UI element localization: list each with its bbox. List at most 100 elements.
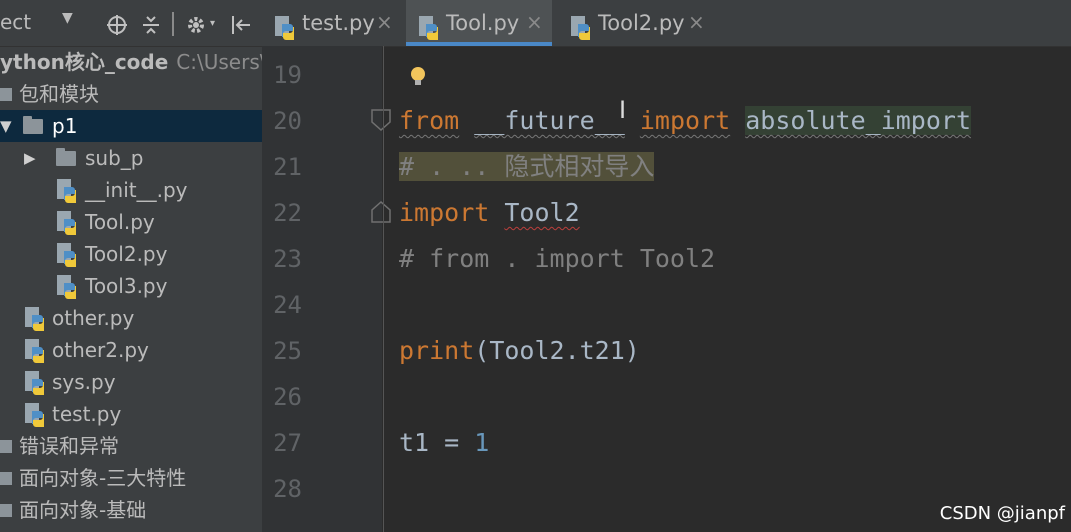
line-number: 22 <box>273 199 302 227</box>
tree-item-oop-three-features[interactable]: 面向对象-三大特性 <box>0 462 262 494</box>
chevron-right-icon[interactable]: ▶ <box>24 142 36 174</box>
module-name: __future__ <box>474 106 625 135</box>
project-toolbar: ect ▼ ▾ <box>0 0 262 47</box>
keyword-from: from <box>399 106 460 135</box>
tree-item-other-py[interactable]: other.py <box>0 302 262 334</box>
tree-item-test-py[interactable]: test.py <box>0 398 262 430</box>
tree-item-label: other.py <box>52 306 135 330</box>
code-line-23[interactable]: # from . import Tool2 <box>399 236 715 282</box>
tree-item-label: Tool2.py <box>85 242 168 266</box>
tree-item-errors-exceptions[interactable]: 错误和异常 <box>0 430 262 462</box>
line-number: 26 <box>273 383 302 411</box>
module-folder-icon <box>0 88 12 101</box>
keyword-import: import <box>639 106 731 135</box>
watermark: CSDN @jianpf <box>939 503 1065 524</box>
close-icon[interactable]: × <box>688 0 705 51</box>
tab-test-py[interactable]: test.py × <box>262 0 404 46</box>
close-icon[interactable]: × <box>376 0 393 51</box>
tree-item-sys-py[interactable]: sys.py <box>0 366 262 398</box>
tree-item-label: sub_p <box>85 146 144 170</box>
tree-item-label: p1 <box>52 114 78 138</box>
tree-item-label: Tool3.py <box>85 274 168 298</box>
project-sidebar: ect ▼ ▾ ython核心_code C:\Users\5 <box>0 0 262 532</box>
code-line-25[interactable]: print(Tool2.t21) <box>399 328 640 374</box>
python-file-icon <box>25 307 44 331</box>
tab-label: Tool.py <box>446 11 520 35</box>
tree-item-label: test.py <box>52 402 122 426</box>
code-line-21[interactable]: # . .. 隐式相对导入 <box>399 144 655 190</box>
chevron-down-icon[interactable]: ▼ <box>0 110 12 142</box>
python-file-icon <box>57 243 76 267</box>
module-folder-icon <box>0 440 12 453</box>
gear-dropdown-icon[interactable]: ▾ <box>210 18 215 29</box>
module-folder-icon <box>0 504 12 517</box>
python-file-icon <box>57 179 76 203</box>
tree-item-package-module[interactable]: 包和模块 <box>0 78 262 110</box>
close-icon[interactable]: × <box>526 0 543 51</box>
tab-tool-py[interactable]: Tool.py × <box>406 0 552 46</box>
tree-item-other2-py[interactable]: other2.py <box>0 334 262 366</box>
project-view-label: ect <box>0 10 32 34</box>
gutter-border <box>383 46 384 532</box>
call-args: (Tool2.t21) <box>474 336 640 365</box>
tree-item-label: 错误和异常 <box>19 434 119 458</box>
tab-label: Tool2.py <box>598 11 685 35</box>
code-comment: # from . import Tool2 <box>399 244 716 273</box>
line-number: 19 <box>273 61 302 89</box>
tree-item-p1[interactable]: ▼ p1 <box>0 110 262 142</box>
line-number: 27 <box>273 429 302 457</box>
line-number-gutter: 19 20 21 22 23 24 25 26 27 28 <box>262 46 391 532</box>
tree-item-label: 面向对象-基础 <box>19 498 147 522</box>
tree-item-init-py[interactable]: __init__.py <box>0 174 262 206</box>
tree-item-label: 面向对象-三大特性 <box>19 466 187 490</box>
tree-item-label: Tool.py <box>85 210 155 234</box>
pin-left-icon[interactable] <box>230 14 252 36</box>
keyword-import: import <box>399 198 490 227</box>
gear-icon[interactable] <box>185 14 207 36</box>
code-line-27[interactable]: t1 = 1 <box>399 420 489 466</box>
fold-start-icon[interactable] <box>370 108 392 132</box>
toolbar-separator <box>172 12 174 36</box>
python-file-icon <box>275 16 294 40</box>
tree-item-label: other2.py <box>52 338 149 362</box>
tree-item-oop-basics[interactable]: 面向对象-基础 <box>0 494 262 526</box>
code-editor: test.py × Tool.py × Tool2.py × 19 20 21 … <box>262 0 1071 532</box>
tree-item-tool-py[interactable]: Tool.py <box>0 206 262 238</box>
fold-end-icon[interactable] <box>370 200 392 224</box>
collapse-icon[interactable] <box>141 14 161 36</box>
tree-item-label: 包和模块 <box>19 82 99 106</box>
tree-item-sub-p[interactable]: ▶ sub_p <box>0 142 262 174</box>
line-number: 24 <box>273 291 302 319</box>
tab-label: test.py <box>302 11 375 35</box>
line-number: 25 <box>273 337 302 365</box>
code-line-20[interactable]: from __future__ import absolute_import <box>399 98 972 144</box>
line-number: 28 <box>273 475 302 503</box>
line-number: 23 <box>273 245 302 273</box>
code-line-22[interactable]: import Tool2 <box>399 190 580 236</box>
python-file-icon <box>571 16 590 40</box>
folder-icon <box>23 116 43 134</box>
tree-item-tool3-py[interactable]: Tool3.py <box>0 270 262 302</box>
python-file-icon <box>25 339 44 363</box>
assignment-lhs: t1 = <box>399 428 475 457</box>
python-file-icon <box>25 371 44 395</box>
line-number: 20 <box>273 107 302 135</box>
editor-tab-bar: test.py × Tool.py × Tool2.py × <box>262 0 1071 47</box>
number-literal: 1 <box>474 428 490 457</box>
python-file-icon <box>57 211 76 235</box>
target-icon[interactable] <box>106 14 128 36</box>
builtin-print: print <box>399 336 475 365</box>
module-folder-icon <box>0 472 12 485</box>
tab-tool2-py[interactable]: Tool2.py × <box>558 0 710 46</box>
project-root-label: ython核心_code <box>0 50 169 74</box>
folder-icon <box>56 148 76 166</box>
code-comment: # . .. 隐式相对导入 <box>399 152 655 181</box>
tree-item-project-root[interactable]: ython核心_code C:\Users\5 <box>0 46 262 78</box>
tree-item-label: sys.py <box>52 370 116 394</box>
python-file-icon <box>419 16 438 40</box>
python-file-icon <box>57 275 76 299</box>
tree-item-tool2-py[interactable]: Tool2.py <box>0 238 262 270</box>
project-root-path: C:\Users\5 <box>176 50 262 74</box>
lightbulb-icon[interactable] <box>410 66 426 88</box>
project-view-select[interactable]: ect ▼ <box>0 10 73 34</box>
